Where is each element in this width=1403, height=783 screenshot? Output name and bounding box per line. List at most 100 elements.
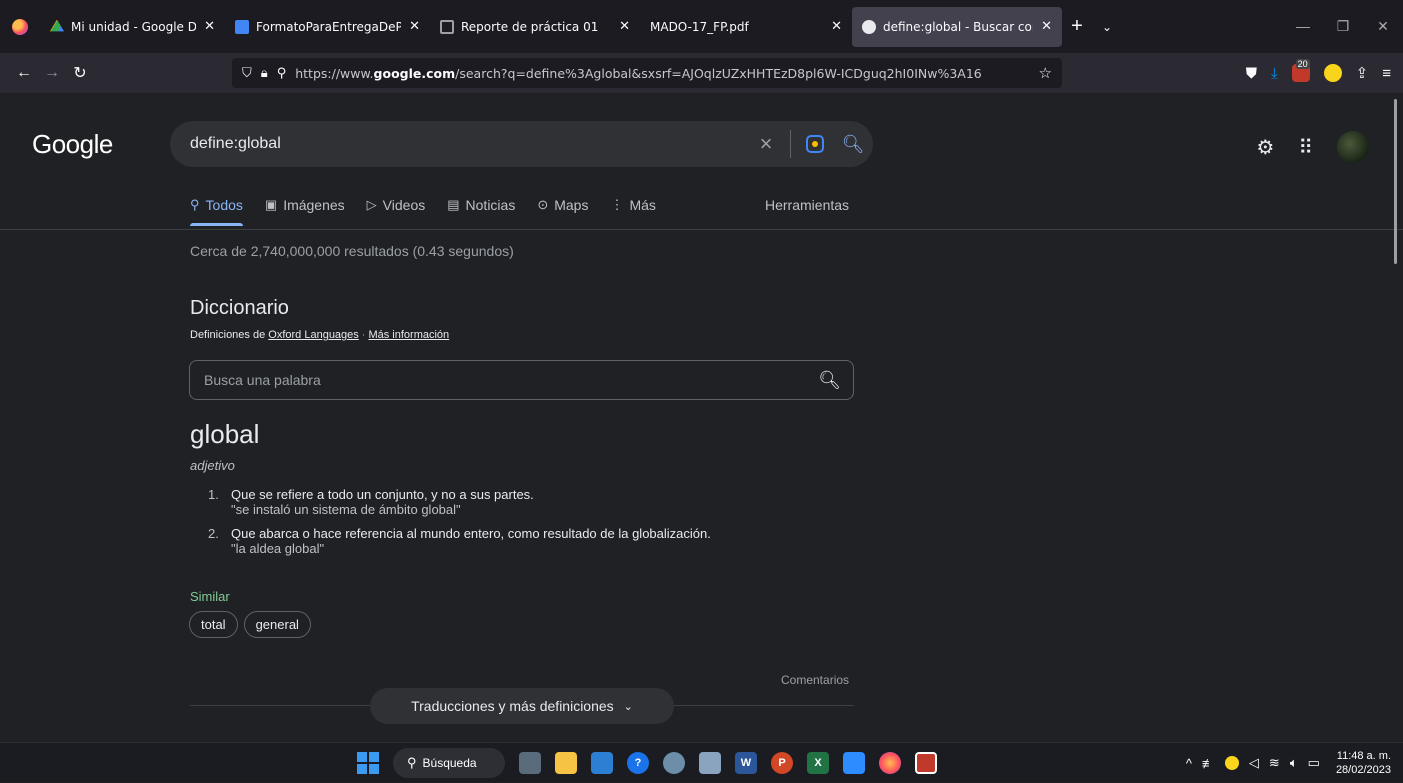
camera-app-icon[interactable] [699, 752, 721, 774]
hamburger-menu-icon[interactable]: ≡ [1382, 65, 1391, 82]
file-explorer-icon[interactable] [555, 752, 577, 774]
browser-tab-strip: Mi unidad - Google Drive ✕ FormatoParaEn… [0, 0, 1403, 53]
browser-tab-formato[interactable]: FormatoParaEntregaDePráctica ✕ [225, 7, 430, 47]
help-icon[interactable]: ? [627, 752, 649, 774]
location-icon[interactable]: ◁ [1249, 755, 1259, 771]
close-window-icon[interactable]: ✕ [1363, 18, 1403, 35]
pocket-icon[interactable]: ⛊ [1246, 65, 1257, 82]
tab-todos[interactable]: ⚲ Todos [190, 197, 243, 226]
powerpoint-icon[interactable]: P [771, 752, 793, 774]
map-pin-icon: ⊙ [537, 197, 549, 212]
search-icon[interactable]: 🔍︎ [833, 134, 873, 155]
close-tab-icon[interactable]: ✕ [1041, 19, 1052, 34]
firefox-menu-icon[interactable] [0, 0, 40, 53]
back-arrow-icon[interactable]: ← [10, 64, 38, 82]
news-icon: ▤ [447, 197, 460, 212]
similar-chips: total general [189, 611, 311, 638]
search-input[interactable]: define:global [190, 135, 748, 153]
settings-app-icon[interactable] [663, 752, 685, 774]
browser-tab-reporte[interactable]: Reporte de práctica 01 ✕ [430, 7, 640, 47]
definition-list: 1. Que se refiere a todo un conjunto, y … [208, 487, 711, 565]
permissions-icon[interactable]: ⚲ [277, 66, 287, 81]
word-icon[interactable]: W [735, 752, 757, 774]
more-info-link[interactable]: Más información [368, 329, 449, 341]
google-logo[interactable]: Google [32, 129, 113, 160]
dictionary-source: Definiciones de Oxford Languages · Más inf… [190, 329, 450, 341]
pen-icon[interactable]: ≢ [1202, 756, 1215, 771]
clock[interactable]: 11:48 a. m. 28/02/2023 [1336, 749, 1391, 777]
snipping-tool-icon[interactable] [915, 752, 937, 774]
chevron-down-icon[interactable]: ⌄ [1092, 20, 1122, 34]
more-definitions-button[interactable]: Traducciones y más definiciones ⌄ [370, 688, 674, 724]
dictionary-title: Diccionario [190, 297, 289, 319]
zoom-icon[interactable] [843, 752, 865, 774]
google-favicon-icon [862, 19, 876, 34]
page-scrollbar[interactable] [1394, 99, 1397, 264]
chevron-up-icon[interactable]: ^ [1186, 756, 1192, 771]
url-text[interactable]: https://www.google.com/search?q=define%3… [295, 66, 1030, 81]
restore-icon[interactable]: ❐ [1323, 18, 1363, 35]
microsoft-store-icon[interactable] [591, 752, 613, 774]
browser-tab-pdf[interactable]: MADO-17_FP.pdf ✕ [640, 7, 852, 47]
lock-icon[interactable]: 🔒︎ [261, 66, 268, 81]
settings-gear-icon[interactable]: ⚙ [1256, 135, 1274, 160]
ublock-extension-icon[interactable]: 20 [1291, 59, 1310, 82]
tab-noticias[interactable]: ▤ Noticias [447, 197, 515, 213]
avatar[interactable] [1337, 131, 1369, 163]
example-text: "se instaló un sistema de ámbito global" [231, 502, 461, 517]
google-lens-icon[interactable] [797, 135, 833, 153]
similar-chip-general[interactable]: general [243, 611, 311, 638]
navigation-bar: ← → ↻ ⛉ 🔒︎ ⚲ https://www.google.com/sear… [0, 53, 1403, 93]
word-search-box[interactable]: 🔍︎ [189, 360, 854, 400]
oxford-link[interactable]: Oxford Languages [268, 329, 359, 341]
reload-icon[interactable]: ↻ [66, 63, 94, 83]
tab-videos[interactable]: ▷ Videos [367, 197, 426, 213]
shield-icon[interactable]: ⛉ [242, 66, 252, 81]
windows-start-icon[interactable] [357, 752, 379, 774]
definition-item: 1. Que se refiere a todo un conjunto, y … [208, 487, 534, 517]
new-tab-icon[interactable]: + [1062, 15, 1092, 38]
minimize-icon[interactable]: — [1283, 18, 1323, 35]
tab-mas[interactable]: ⋮ Más [610, 197, 655, 213]
bookmark-star-icon[interactable]: ☆ [1039, 64, 1052, 82]
slides-icon [440, 19, 454, 34]
clear-icon[interactable]: × [748, 131, 784, 157]
firefox-icon[interactable] [879, 752, 901, 774]
example-text: "la aldea global" [231, 541, 325, 556]
taskbar-search[interactable]: ⚲ Búsqueda [393, 748, 505, 778]
close-tab-icon[interactable]: ✕ [619, 19, 630, 34]
wifi-icon[interactable]: ≋ [1269, 755, 1280, 771]
definition-item: 2. Que abarca o hace referencia al mundo… [208, 526, 711, 556]
search-box[interactable]: define:global × 🔍︎ [170, 121, 873, 167]
close-tab-icon[interactable]: ✕ [409, 19, 420, 34]
task-view-icon[interactable] [519, 752, 541, 774]
search-icon[interactable]: 🔍︎ [818, 370, 841, 391]
close-tab-icon[interactable]: ✕ [831, 19, 842, 34]
browser-tab-drive[interactable]: Mi unidad - Google Drive ✕ [40, 7, 225, 47]
apps-grid-icon[interactable]: ⠿ [1298, 135, 1313, 160]
tools-button[interactable]: Herramientas [765, 197, 849, 213]
tab-maps[interactable]: ⊙ Maps [537, 197, 588, 213]
share-icon[interactable]: ⇪ [1356, 64, 1369, 82]
volume-icon[interactable]: 🔈︎ [1290, 755, 1298, 771]
feedback-link[interactable]: Comentarios [781, 673, 849, 687]
forward-arrow-icon[interactable]: → [38, 64, 66, 82]
extension-icon[interactable] [1323, 64, 1342, 82]
excel-icon[interactable]: X [807, 752, 829, 774]
headword: global [190, 419, 260, 449]
search-icon: ⚲ [407, 755, 417, 770]
tab-imagenes[interactable]: ▣ Imágenes [265, 197, 345, 213]
close-tab-icon[interactable]: ✕ [204, 19, 215, 34]
battery-icon[interactable]: ▭ [1308, 755, 1320, 771]
address-bar[interactable]: ⛉ 🔒︎ ⚲ https://www.google.com/search?q=d… [232, 58, 1062, 88]
video-icon: ▷ [366, 197, 377, 212]
search-divider [790, 130, 791, 158]
download-icon[interactable]: ⤓ [1271, 65, 1278, 82]
word-search-input[interactable] [204, 372, 819, 388]
tray-app-icon[interactable] [1224, 756, 1239, 770]
browser-tab-google[interactable]: define:global - Buscar con Google ✕ [852, 6, 1062, 47]
image-icon: ▣ [264, 197, 278, 212]
part-of-speech: adjetivo [190, 458, 235, 473]
similar-chip-total[interactable]: total [189, 611, 238, 638]
search-icon: ⚲ [190, 197, 200, 212]
